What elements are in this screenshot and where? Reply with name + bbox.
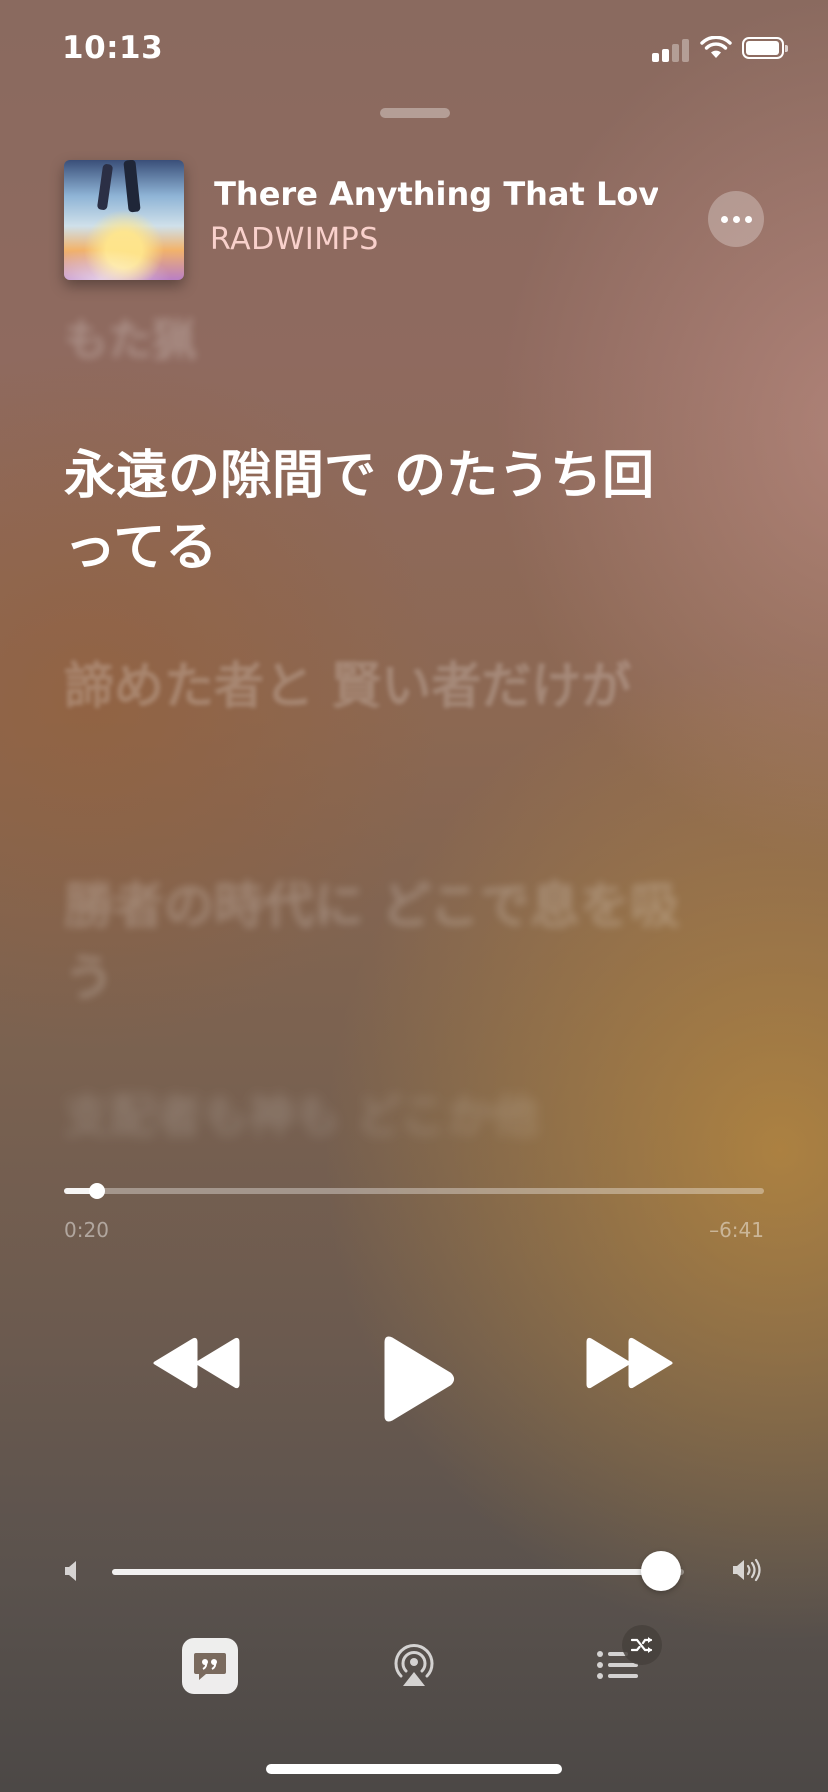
- sheet-grabber[interactable]: [380, 108, 450, 118]
- song-title-marquee: Is There Anything That Love Can Do?Is Th…: [208, 175, 658, 225]
- volume-slider[interactable]: [112, 1551, 684, 1591]
- lyrics-button[interactable]: [182, 1638, 238, 1694]
- playback-scrubber[interactable]: [64, 1183, 764, 1199]
- lyric-line-previous[interactable]: もた猟: [64, 305, 704, 377]
- more-options-button[interactable]: [708, 191, 764, 247]
- airplay-button[interactable]: [392, 1642, 436, 1688]
- volume-knob[interactable]: [641, 1551, 682, 1591]
- artist-name[interactable]: RADWIMPS: [210, 222, 379, 257]
- shuffle-icon: [631, 1637, 653, 1653]
- lyric-line-next[interactable]: 諦めた者と 賢い者だけが: [64, 650, 704, 722]
- ellipsis-icon: [720, 215, 728, 223]
- play-button[interactable]: [380, 1336, 456, 1422]
- volume-fill: [112, 1569, 662, 1575]
- wifi-icon: [700, 36, 732, 58]
- lyrics-quote-icon: [194, 1653, 226, 1680]
- speaker-high-icon: [733, 1558, 761, 1582]
- status-bar: 10:13: [0, 0, 828, 100]
- speaker-low-icon: [65, 1561, 76, 1581]
- remaining-time: –6:41: [709, 1218, 764, 1242]
- song-title: Is There Anything That Love Can Do?: [208, 175, 658, 213]
- shuffle-indicator[interactable]: [622, 1625, 662, 1665]
- elapsed-time: 0:20: [64, 1218, 109, 1242]
- rewind-icon: [153, 1337, 240, 1389]
- airplay-icon: [394, 1644, 434, 1678]
- scrubber-knob[interactable]: [88, 1183, 105, 1199]
- play-icon: [384, 1336, 454, 1422]
- lyric-line-current[interactable]: 永遠の隙間で のたうち回ってる: [64, 440, 704, 584]
- cellular-signal-icon: [652, 38, 690, 62]
- home-indicator[interactable]: [266, 1764, 562, 1774]
- fast-forward-button[interactable]: [585, 1336, 673, 1390]
- lyric-line-next[interactable]: 勝者の時代に どこで息を吸う: [64, 870, 704, 1014]
- album-artwork[interactable]: [64, 160, 184, 280]
- lyric-line-next[interactable]: 支配者も神も どこか他: [64, 1080, 704, 1152]
- fast-forward-icon: [586, 1337, 673, 1389]
- status-time: 10:13: [62, 30, 164, 66]
- rewind-button[interactable]: [153, 1336, 241, 1390]
- battery-icon: [742, 37, 788, 59]
